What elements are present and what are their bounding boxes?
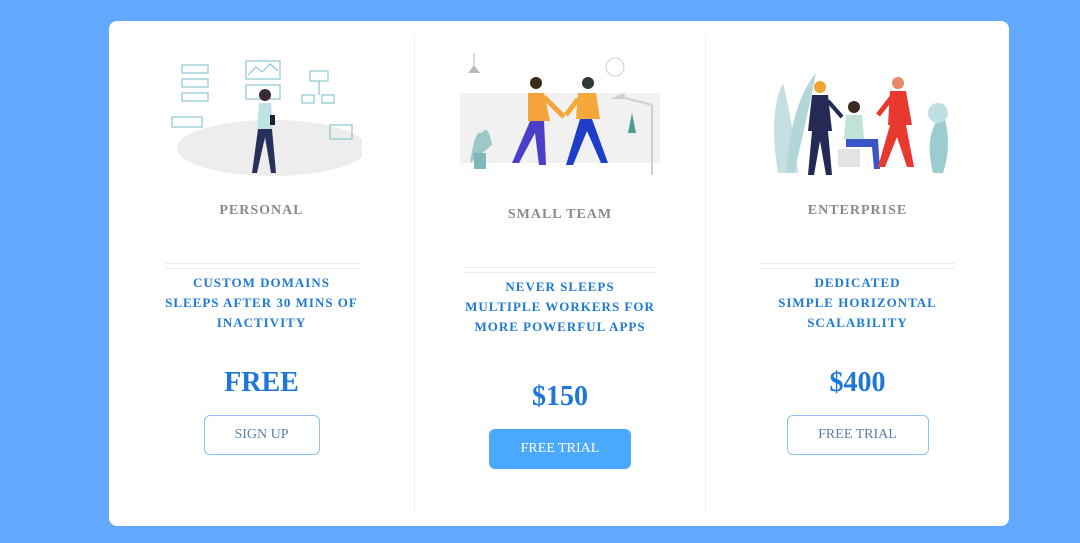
- feature-item: CUSTOM DOMAINS: [193, 275, 330, 290]
- divider: [760, 263, 955, 264]
- feature-item: DEDICATED: [814, 275, 901, 290]
- plan-enterprise: ENTERPRISE DEDICATED SIMPLE HORIZONTAL S…: [706, 21, 1009, 526]
- plan-name: SMALL TEAM: [507, 207, 613, 222]
- feature-list: NEVER SLEEPS MULTIPLE WORKERS FOR MORE P…: [463, 267, 657, 337]
- pricing-card: PERSONAL CUSTOM DOMAINS SLEEPS AFTER 30 …: [109, 21, 1009, 526]
- divider: [463, 272, 657, 273]
- team-meeting-illustration: [773, 73, 948, 175]
- divider: [164, 268, 359, 269]
- divider: [463, 267, 657, 268]
- plan-personal: PERSONAL CUSTOM DOMAINS SLEEPS AFTER 30 …: [109, 21, 414, 526]
- plan-price: $150: [532, 381, 588, 412]
- plan-name: ENTERPRISE: [807, 203, 908, 218]
- feature-item: SLEEPS AFTER 30 MINS OF INACTIVITY: [165, 295, 358, 330]
- feature-item: NEVER SLEEPS: [505, 279, 615, 294]
- plan-small-team: SMALL TEAM NEVER SLEEPS MULTIPLE WORKERS…: [414, 33, 706, 513]
- plan-price: $400: [829, 367, 886, 398]
- free-trial-button[interactable]: FREE TRIAL: [489, 429, 631, 469]
- feature-item: MULTIPLE WORKERS FOR MORE POWERFUL APPS: [465, 299, 655, 334]
- divider: [164, 263, 359, 264]
- plan-price: FREE: [224, 367, 299, 398]
- feature-list: DEDICATED SIMPLE HORIZONTAL SCALABILITY: [760, 263, 955, 333]
- free-trial-button[interactable]: FREE TRIAL: [786, 415, 929, 455]
- feature-item: SIMPLE HORIZONTAL SCALABILITY: [778, 295, 937, 330]
- feature-list: CUSTOM DOMAINS SLEEPS AFTER 30 MINS OF I…: [164, 263, 359, 333]
- person-with-dashboard-illustration: [170, 60, 362, 176]
- sign-up-button[interactable]: SIGN UP: [203, 415, 320, 455]
- two-people-walking-illustration: [460, 53, 660, 175]
- divider: [760, 268, 955, 269]
- plan-name: PERSONAL: [219, 203, 304, 218]
